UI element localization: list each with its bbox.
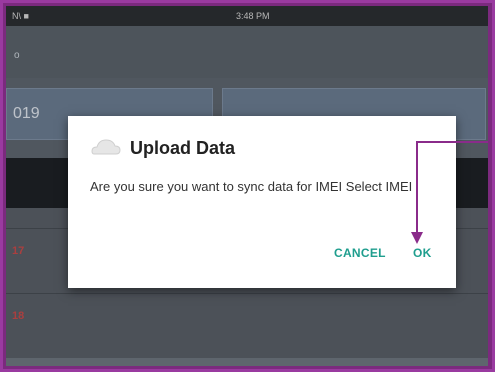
device-screen: N\ ■ 3:48 PM o 019 17 18 Upload Data Are…: [6, 6, 488, 366]
cloud-upload-icon: [91, 139, 121, 155]
dialog-title: Upload Data: [130, 138, 236, 158]
ok-button[interactable]: OK: [413, 246, 432, 260]
upload-dialog: Upload Data Are you sure you want to syn…: [68, 116, 456, 288]
cancel-button[interactable]: CANCEL: [334, 246, 386, 260]
dialog-message: Are you sure you want to sync data for I…: [90, 179, 413, 194]
